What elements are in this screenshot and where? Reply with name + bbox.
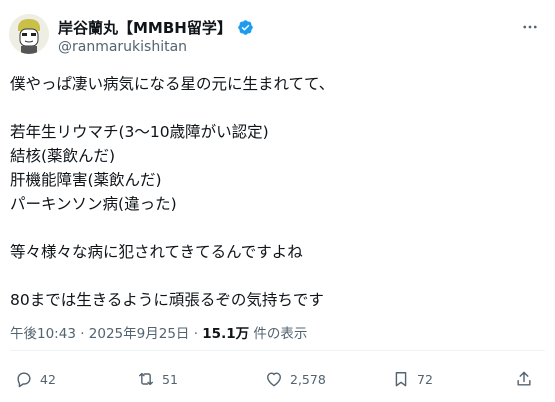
tweet-line [10, 264, 540, 288]
more-dots-icon [523, 25, 537, 29]
bookmark-button[interactable]: 72 [391, 369, 433, 389]
avatar-image [9, 14, 49, 54]
tweet-text: 僕やっぱ凄い病気になる星の元に生まれてて、 若年生リウマチ(3〜10歳障がい認定… [10, 72, 540, 312]
avatar[interactable] [9, 14, 49, 54]
verified-badge-icon [237, 19, 254, 36]
tweet-line [10, 96, 540, 120]
like-button[interactable]: 2,578 [264, 369, 326, 389]
tweet-line [10, 216, 540, 240]
bookmark-icon [395, 372, 407, 387]
tweet-line: 肝機能障害(薬飲んだ) [10, 171, 162, 189]
author-display-name[interactable]: 岸谷蘭丸【MMBH留学】 [58, 17, 232, 38]
reply-bubble-icon [17, 372, 31, 388]
tweet-time[interactable]: 午後10:43 [10, 326, 76, 342]
reply-button[interactable]: 42 [14, 369, 56, 389]
views-count: 15.1万 [202, 326, 250, 342]
tweet-line: 80までは生きるように頑張るぞの気持ちです [10, 291, 324, 309]
divider [10, 350, 545, 351]
tweet-line: 結核(薬飲んだ) [10, 147, 116, 165]
tweet-card: 岸谷蘭丸【MMBH留学】 @ranmarukishitan 僕やっぱ凄い病気にな… [0, 0, 555, 402]
author-name-row: 岸谷蘭丸【MMBH留学】 [58, 17, 254, 38]
share-button[interactable] [514, 369, 534, 389]
tweet-line: 若年生リウマチ(3〜10歳障がい認定) [10, 123, 269, 141]
heart-icon [267, 372, 281, 387]
retweet-count: 51 [162, 371, 178, 387]
tweet-line: 等々様々な病に犯されてきてるんですよね [10, 243, 303, 261]
like-count: 2,578 [290, 371, 326, 387]
author-handle[interactable]: @ranmarukishitan [58, 39, 187, 55]
meta-separator: · [75, 326, 89, 342]
tweet-line: パーキンソン病(違った) [10, 195, 177, 213]
more-options-button[interactable] [519, 16, 541, 38]
reply-count: 42 [40, 371, 56, 387]
tweet-date[interactable]: 2025年9月25日 [89, 326, 190, 342]
tweet-line: 僕やっぱ凄い病気になる星の元に生まれてて、 [10, 75, 335, 93]
meta-separator: · [189, 326, 203, 342]
retweet-icon [139, 372, 153, 386]
tweet-meta: 午後10:43 · 2025年9月25日 · 15.1万 件の表示 [10, 322, 307, 342]
retweet-button[interactable]: 51 [136, 369, 178, 389]
share-upload-icon [517, 371, 531, 386]
views-label: 件の表示 [249, 326, 308, 342]
bookmark-count: 72 [417, 371, 433, 387]
